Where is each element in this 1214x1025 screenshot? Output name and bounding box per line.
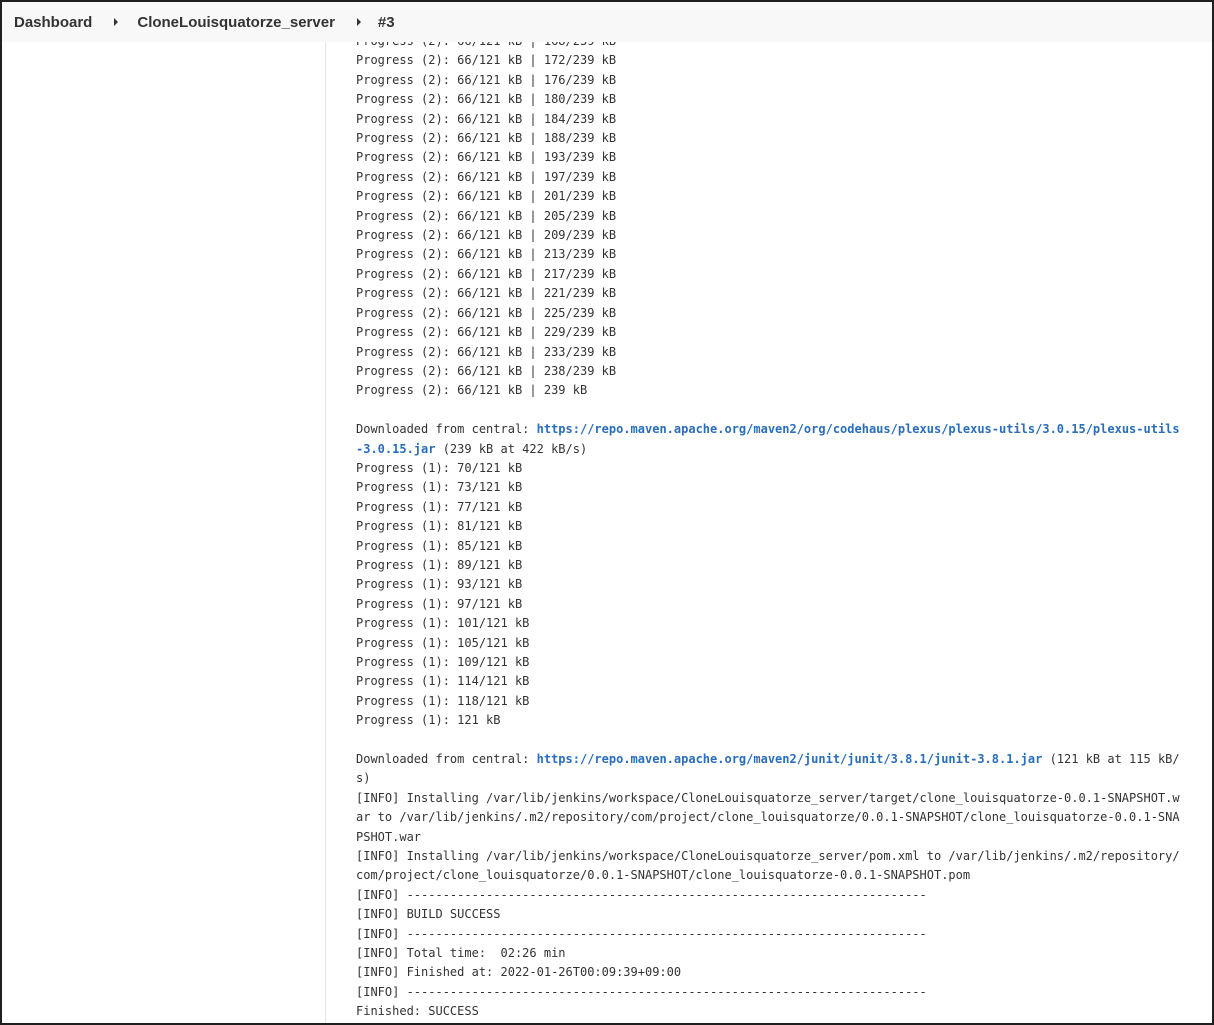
progress-block: Progress (2): 66/121 kB | 168/239 kBProg… <box>356 32 1186 401</box>
download-prefix: Downloaded from central: <box>356 752 537 766</box>
info-log-line: [INFO] ---------------------------------… <box>356 984 927 999</box>
progress-block: Progress (1): 70/121 kB Progress (1): 73/… <box>356 459 1186 731</box>
progress-log-line: Progress (1): 114/121 kB <box>356 674 530 689</box>
progress-log-line: Progress (2): 66/121 kB | 180/239 kB <box>356 92 617 107</box>
progress-log-line: Progress (2): 66/121 kB | 233/239 kB <box>356 344 617 359</box>
side-panel <box>2 42 326 1023</box>
progress-log-line: Progress (1): 89/121 kB <box>356 557 523 572</box>
info-log-line: [INFO] ---------------------------------… <box>356 887 927 902</box>
progress-log-line: Progress (2): 66/121 kB | 217/239 kB <box>356 266 617 281</box>
progress-log-line: Progress (1): 97/121 kB <box>356 596 523 611</box>
progress-log-line: Progress (1): 121 kB <box>356 713 501 728</box>
progress-log-line: Progress (2): 66/121 kB | 197/239 kB <box>356 169 617 184</box>
progress-log-line: Progress (1): 118/121 kB <box>356 693 530 708</box>
progress-log-line: Progress (2): 66/121 kB | 238/239 kB <box>356 363 617 378</box>
progress-log-line: Progress (1): 109/121 kB <box>356 654 530 669</box>
download-log-line: Downloaded from central: https://repo.ma… <box>356 420 1186 459</box>
progress-log-line: Progress (1): 101/121 kB <box>356 616 530 631</box>
download-speed: (239 kB at 422 kB/s) <box>435 441 588 456</box>
breadcrumb-dashboard-link[interactable]: Dashboard <box>14 14 92 31</box>
progress-log-line: Progress (2): 66/121 kB | 205/239 kB <box>356 208 617 223</box>
progress-log-line: Progress (2): 66/121 kB | 188/239 kB <box>356 131 617 146</box>
breadcrumb: Dashboard CloneLouisquatorze_server #3 <box>2 2 1212 42</box>
info-log-line: [INFO] BUILD SUCCESS <box>356 907 501 922</box>
info-log-line: [INFO] Installing /var/lib/jenkins/works… <box>356 790 1180 844</box>
progress-log-line: Progress (2): 66/121 kB | 184/239 kB <box>356 111 617 126</box>
download-log-line: Downloaded from central: https://repo.ma… <box>356 750 1186 789</box>
progress-log-line: Progress (2): 66/121 kB | 225/239 kB <box>356 305 617 320</box>
progress-log-line: Progress (2): 66/121 kB | 221/239 kB <box>356 286 617 301</box>
info-log-line: [INFO] Finished at: 2022-01-26T00:09:39+… <box>356 965 682 980</box>
progress-log-line: Progress (2): 66/121 kB | 193/239 kB <box>356 150 617 165</box>
progress-log-line: Progress (1): 85/121 kB <box>356 538 523 553</box>
info-log-line: Finished: SUCCESS <box>356 1004 479 1019</box>
progress-log-line: Progress (2): 66/121 kB | 201/239 kB <box>356 189 617 204</box>
progress-log-line: Progress (2): 66/121 kB | 229/239 kB <box>356 325 617 340</box>
chevron-right-icon[interactable] <box>114 18 119 26</box>
progress-log-line: Progress (1): 93/121 kB <box>356 577 523 592</box>
breadcrumb-job-link[interactable]: CloneLouisquatorze_server <box>137 14 335 31</box>
progress-log-line: Progress (1): 105/121 kB <box>356 635 530 650</box>
chevron-right-icon[interactable] <box>356 18 361 26</box>
build-result-block: [INFO] Installing /var/lib/jenkins/works… <box>356 789 1186 1022</box>
breadcrumb-build-link[interactable]: #3 <box>378 14 395 31</box>
console-output: Progress (2): 66/121 kB | 168/239 kBProg… <box>356 32 1186 1022</box>
download-prefix: Downloaded from central: <box>356 422 537 437</box>
progress-log-line: Progress (1): 70/121 kB <box>356 460 523 475</box>
progress-log-line: Progress (2): 66/121 kB | 239 kB <box>356 383 588 398</box>
progress-log-line: Progress (2): 66/121 kB | 209/239 kB <box>356 228 617 243</box>
jenkins-console-window: Dashboard CloneLouisquatorze_server #3 P… <box>0 0 1214 1025</box>
progress-log-line: Progress (2): 66/121 kB | 176/239 kB <box>356 72 617 87</box>
progress-log-line: Progress (1): 77/121 kB <box>356 499 523 514</box>
progress-log-line: Progress (1): 81/121 kB <box>356 519 523 534</box>
progress-log-line: Progress (2): 66/121 kB | 172/239 kB <box>356 53 617 68</box>
progress-log-line: Progress (2): 66/121 kB | 213/239 kB <box>356 247 617 262</box>
info-log-line: [INFO] Total time: 02:26 min <box>356 946 566 961</box>
info-log-line: [INFO] ---------------------------------… <box>356 926 927 941</box>
info-log-line: [INFO] Installing /var/lib/jenkins/works… <box>356 849 1180 883</box>
progress-log-line: Progress (1): 73/121 kB <box>356 480 523 495</box>
artifact-download-link[interactable]: https://repo.maven.apache.org/maven2/jun… <box>537 752 1043 766</box>
